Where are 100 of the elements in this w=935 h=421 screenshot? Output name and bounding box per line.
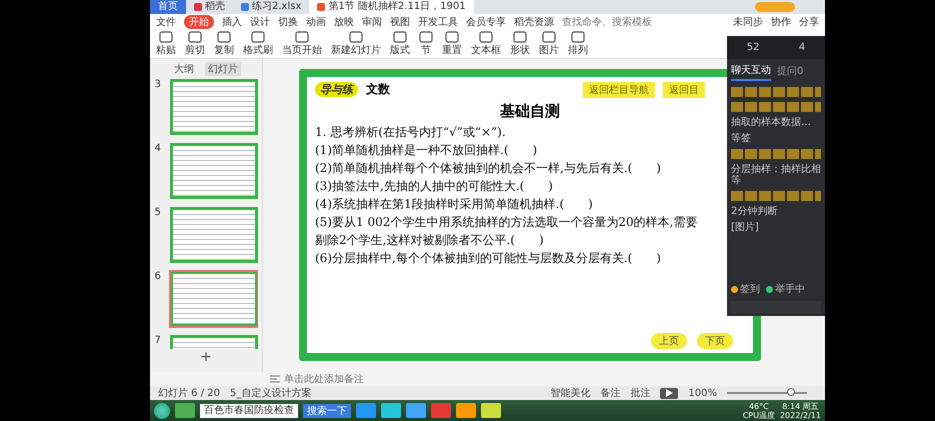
menu-tab[interactable]: 视图 — [390, 15, 410, 29]
subject-label: 文数 — [366, 81, 390, 98]
chat-tab[interactable]: 提问0 — [777, 63, 804, 81]
menu-tab[interactable]: 稻壳资源 — [514, 15, 554, 29]
rounded-square-icon — [571, 31, 585, 43]
app-icon[interactable] — [381, 403, 401, 418]
logo-badge: 导与练 — [315, 82, 358, 97]
toolbar-button[interactable]: 版式 — [390, 31, 410, 57]
chat-message: 等签 — [731, 133, 752, 144]
play-button[interactable] — [660, 388, 678, 398]
menu-action[interactable]: 未同步 — [733, 15, 763, 29]
zoom-slider[interactable] — [787, 388, 795, 396]
document-tab[interactable]: 首页 — [150, 0, 186, 14]
search-field[interactable]: 查找命令、搜索模板 — [562, 16, 662, 28]
document-tab[interactable]: 练习2.xlsx — [233, 0, 310, 14]
temperature-label: CPU温度 — [742, 410, 775, 420]
menu-tab[interactable]: 审阅 — [362, 15, 382, 29]
menu-tab[interactable]: 设计 — [250, 15, 270, 29]
chat-message: 2分钟判断 — [731, 206, 778, 217]
clock-time: 8:14 周五 — [782, 402, 819, 410]
temperature: 46°C — [748, 402, 769, 410]
menu-tab[interactable]: 动画 — [306, 15, 326, 29]
app-icon[interactable] — [431, 403, 451, 418]
slide-thumbnail[interactable] — [170, 143, 258, 199]
toolbar-button[interactable]: 重置 — [442, 31, 462, 57]
toolbar-button[interactable]: 剪切 — [185, 31, 205, 57]
legend-label: 举手中 — [775, 282, 805, 296]
slide-number: 4 — [154, 143, 162, 154]
slide-number: 7 — [154, 335, 162, 346]
stat-value: 4 — [798, 42, 806, 53]
menu-action[interactable]: 分享 — [799, 15, 819, 29]
status-button[interactable]: 备注 — [600, 386, 620, 400]
app-icon[interactable] — [481, 403, 501, 418]
chat-message: 抽取的样本数据… — [731, 117, 812, 128]
slide-thumbnail[interactable] — [170, 79, 258, 135]
account-button[interactable] — [755, 2, 795, 12]
nav-button[interactable]: 返回栏目导航 — [583, 82, 655, 98]
app-icon[interactable] — [175, 403, 195, 418]
rounded-square-icon — [479, 31, 493, 43]
document-tab[interactable]: 第1节 随机抽样2.11日，1901 — [309, 0, 474, 14]
start-button[interactable] — [154, 402, 170, 418]
rounded-square-icon — [542, 31, 556, 43]
legend-label: 签到 — [740, 283, 760, 296]
slide-count: 幻灯片 6 / 20 — [158, 386, 220, 400]
search-button[interactable]: 搜索一下 — [303, 404, 351, 418]
nav-button[interactable]: 返回目 — [663, 82, 705, 98]
toolbar-button[interactable]: 粘贴 — [156, 31, 176, 57]
notes-icon — [270, 375, 280, 383]
chat-message: [图片] — [731, 222, 760, 233]
spreadsheet-icon — [241, 3, 249, 11]
page-button[interactable]: 下页 — [697, 333, 733, 349]
toolbar-button[interactable]: 节 — [419, 31, 433, 57]
menu-tab[interactable]: 会员专享 — [466, 15, 506, 29]
rounded-square-icon — [349, 31, 363, 43]
toolbar-button[interactable]: 图片 — [539, 31, 559, 57]
status-button[interactable]: 智能美化 — [550, 386, 590, 400]
rounded-square-icon — [295, 31, 309, 43]
menu-action[interactable]: 协作 — [771, 15, 791, 29]
toolbar-button[interactable]: 形状 — [510, 31, 530, 57]
add-slide-button[interactable]: + — [200, 349, 212, 365]
question-text: (4)系统抽样在第1段抽样时采用简单随机抽样.( ) — [315, 196, 594, 213]
rounded-square-icon — [513, 31, 527, 43]
file-menu[interactable]: 文件 — [156, 15, 176, 29]
app-icon[interactable] — [356, 403, 376, 418]
rounded-square-icon — [188, 31, 202, 43]
toolbar-button[interactable]: 复制 — [214, 31, 234, 57]
rounded-square-icon — [419, 31, 433, 43]
panel-tab[interactable]: 大纲 — [171, 62, 197, 76]
toolbar-button[interactable]: 文本框 — [471, 31, 501, 57]
chat-tab[interactable]: 聊天互动 — [731, 63, 771, 81]
slide-thumbnail[interactable] — [170, 271, 258, 327]
question-text: (3)抽签法中,先抽的人抽中的可能性大.( ) — [315, 178, 554, 195]
rounded-square-icon — [393, 31, 407, 43]
question-text: 1. 思考辨析(在括号内打“√”或“×”). — [315, 124, 507, 141]
zoom-level: 100% — [688, 388, 717, 398]
slide-thumbnail[interactable] — [170, 207, 258, 263]
status-button[interactable]: 批注 — [630, 386, 650, 400]
menu-tab[interactable]: 开发工具 — [418, 15, 458, 29]
document-icon — [194, 3, 202, 11]
toolbar-button[interactable]: 格式刷 — [243, 31, 273, 57]
app-icon[interactable] — [456, 403, 476, 418]
slide-title: 基础自测 — [499, 102, 561, 121]
page-button[interactable]: 上页 — [651, 333, 687, 349]
question-text: (1)简单随机抽样是一种不放回抽样.( ) — [315, 142, 538, 159]
menu-tab[interactable]: 切换 — [278, 15, 298, 29]
menu-tab[interactable]: 开始 — [184, 15, 214, 29]
rounded-square-icon — [159, 31, 173, 43]
search-field[interactable]: 百色市春国防疫检查 — [200, 404, 298, 418]
toolbar-button[interactable]: 新建幻灯片 — [331, 31, 381, 57]
panel-tab[interactable]: 幻灯片 — [205, 62, 241, 76]
menu-tab[interactable]: 插入 — [222, 15, 242, 29]
menu-tab[interactable]: 放映 — [334, 15, 354, 29]
theme-name: 5_自定义设计方案 — [230, 386, 312, 400]
app-icon[interactable] — [406, 403, 426, 418]
toolbar-button[interactable]: 排列 — [568, 31, 588, 57]
slide-number: 6 — [154, 271, 162, 282]
rounded-square-icon — [445, 31, 459, 43]
document-tab[interactable]: 稻壳 — [186, 0, 233, 14]
play-icon — [665, 389, 674, 397]
toolbar-button[interactable]: 当页开始 — [282, 31, 322, 57]
